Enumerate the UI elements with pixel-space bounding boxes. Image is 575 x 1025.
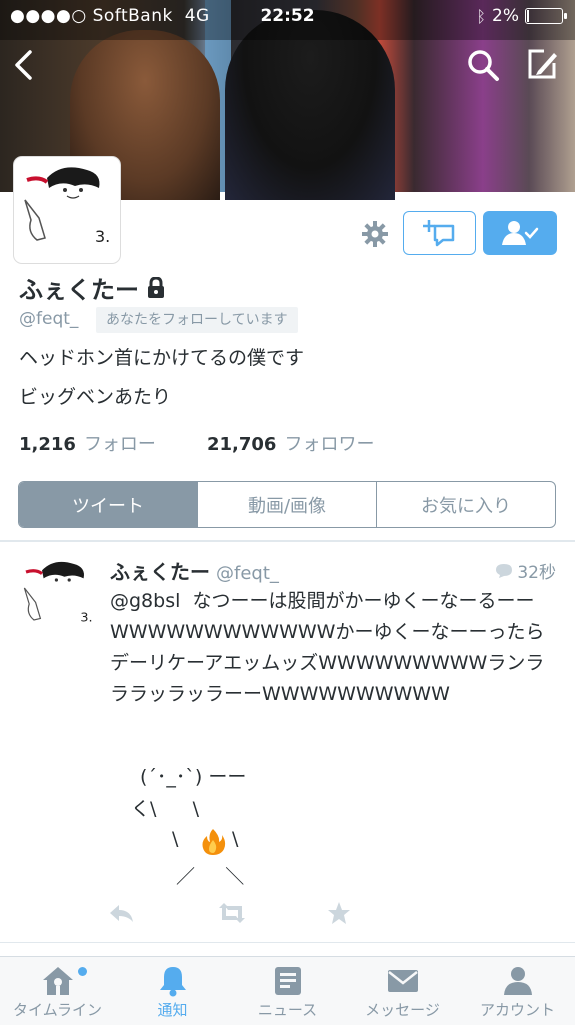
favorite-button[interactable] — [327, 901, 351, 925]
bio-line-1: ヘッドホン首にかけてるの僕です — [19, 347, 305, 369]
tweet-header: ふぇくたー @feqt_ 32秒 — [110, 556, 556, 584]
speech-bubble-icon — [496, 563, 513, 578]
person-check-icon — [502, 221, 539, 245]
message-plus-icon — [422, 220, 454, 247]
tabbar-label-notifications: 通知 — [157, 1001, 188, 1019]
tweet-avatar[interactable]: 3. — [18, 556, 98, 636]
news-icon — [274, 967, 301, 995]
svg-text:3.: 3. — [80, 611, 92, 626]
compose-button[interactable] — [524, 47, 560, 83]
status-bar: ●●●●○ SoftBank 4G 22:52 ᛒ 2% — [0, 0, 575, 32]
tweet-author-name[interactable]: ふぇくたー — [110, 560, 210, 584]
lock-icon — [148, 276, 164, 298]
fire-icon — [200, 828, 226, 856]
bell-icon — [159, 967, 186, 997]
status-right: ᛒ 2% — [476, 6, 567, 26]
tabbar-item-timeline[interactable]: タイムライン — [0, 957, 115, 1025]
follows-you-badge: あなたをフォローしています — [96, 307, 298, 333]
gear-icon — [362, 221, 388, 247]
following-button[interactable] — [483, 211, 557, 255]
profile-avatar[interactable]: 3. — [14, 157, 120, 263]
avatar-drawing: 3. — [17, 160, 117, 260]
star-icon — [328, 902, 350, 924]
ascii-art-line-2: く\ \ — [131, 798, 200, 820]
retweet-icon — [219, 903, 245, 923]
tweet-time-text: 32秒 — [517, 563, 556, 583]
bluetooth-icon: ᛒ — [476, 6, 487, 26]
bottom-tab-bar: タイムライン 通知 ニュース メッセージ アカウント — [0, 956, 575, 1025]
tabbar-label-timeline: タイムライン — [13, 1001, 102, 1019]
battery-icon — [525, 8, 567, 24]
mail-icon — [387, 970, 418, 992]
tweet-avatar-drawing: 3. — [18, 556, 98, 636]
profile-tabs: ツイート 動画/画像 お気に入り — [18, 481, 556, 528]
tabbar-item-notifications[interactable]: 通知 — [115, 957, 230, 1025]
following-label: フォロー — [83, 434, 156, 455]
chevron-left-icon — [15, 50, 32, 80]
search-button[interactable] — [466, 48, 500, 82]
following-stat[interactable]: 1,216 フォロー — [19, 430, 207, 456]
profile-name: ふぇくたー — [19, 270, 165, 305]
ascii-art-line-4: \ — [232, 828, 239, 850]
section-divider — [0, 540, 575, 542]
profile-handle: @feqt_ — [19, 309, 79, 329]
compose-icon — [528, 49, 557, 79]
reply-button[interactable] — [108, 902, 136, 924]
unread-dot — [78, 967, 87, 976]
profile-stats: 1,216 フォロー 21,706 フォロワー — [19, 430, 374, 456]
tweet-time: 32秒 — [495, 558, 556, 583]
tabbar-item-news[interactable]: ニュース — [230, 957, 345, 1025]
bio-line-2: ビッグベンあたり — [19, 386, 172, 408]
ascii-art-line-5: ／ ＼ — [176, 866, 245, 888]
tabbar-label-news: ニュース — [257, 1001, 318, 1019]
person-icon — [503, 967, 532, 995]
followers-stat[interactable]: 21,706 フォロワー — [207, 430, 374, 456]
tab-favorites[interactable]: お気に入り — [377, 482, 555, 527]
reply-icon — [110, 905, 133, 922]
direct-message-button[interactable] — [403, 211, 476, 255]
ascii-art-line-1: (´･_･`) ーー — [140, 766, 247, 788]
home-icon — [42, 967, 73, 995]
followers-label: フォロワー — [284, 434, 375, 455]
settings-button[interactable] — [359, 218, 391, 250]
back-button[interactable] — [10, 48, 40, 82]
tabbar-item-messages[interactable]: メッセージ — [345, 957, 460, 1025]
tab-tweets[interactable]: ツイート — [19, 482, 198, 527]
retweet-button[interactable] — [216, 903, 248, 923]
tweet-author-handle[interactable]: @feqt_ — [216, 563, 279, 584]
tabbar-item-account[interactable]: アカウント — [460, 957, 575, 1025]
profile-name-text: ふぇくたー — [19, 276, 139, 304]
battery-percent: 2% — [492, 6, 519, 26]
search-icon — [468, 50, 499, 81]
svg-text:3.: 3. — [95, 227, 110, 246]
tweet-separator — [0, 942, 575, 943]
tabbar-label-messages: メッセージ — [365, 1001, 440, 1019]
tabbar-label-account: アカウント — [479, 1001, 555, 1019]
followers-count: 21,706 — [207, 434, 277, 455]
ascii-art-line-3: \ — [172, 828, 179, 850]
tweet-text: @g8bsl なつーーは股間がかーゆくーなーるーーWWWWWWWWWWWWかーゆ… — [110, 590, 545, 705]
following-count: 1,216 — [19, 434, 76, 455]
tab-media[interactable]: 動画/画像 — [198, 482, 377, 527]
